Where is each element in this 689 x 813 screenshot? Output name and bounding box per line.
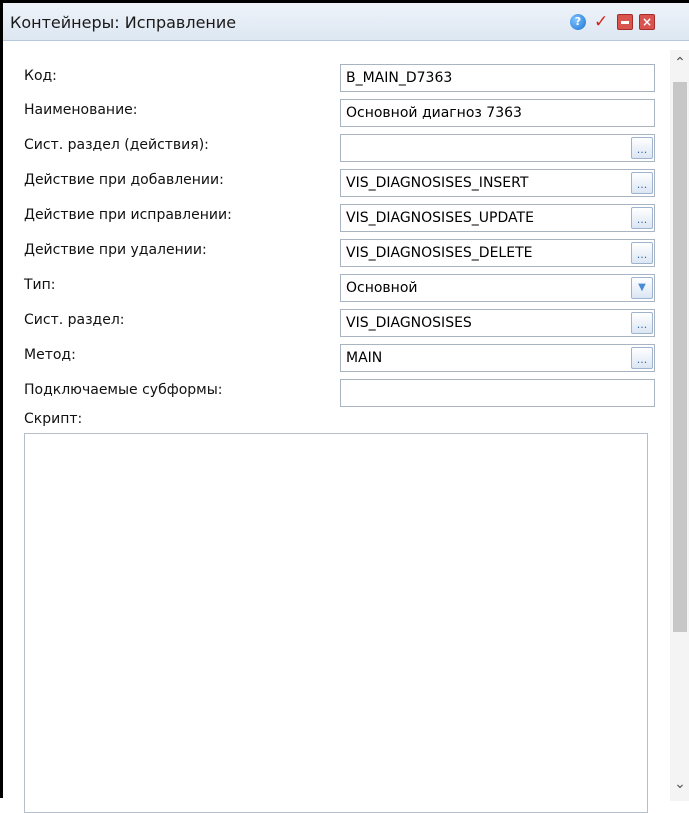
delete-action-lookup-button[interactable]: ...: [631, 242, 653, 264]
name-value: Основной диагноз 7363: [346, 105, 522, 121]
label-system-section: Сист. раздел:: [24, 312, 125, 328]
name-field[interactable]: Основной диагноз 7363: [340, 99, 655, 127]
action-section-lookup-button[interactable]: ...: [631, 137, 653, 159]
code-value: B_MAIN_D7363: [346, 70, 453, 86]
system-section-field[interactable]: VIS_DIAGNOSISES ...: [340, 309, 655, 337]
label-delete-action: Действие при удалении:: [24, 242, 207, 258]
scroll-up-icon[interactable]: ⌃: [673, 56, 687, 70]
vertical-scrollbar[interactable]: ⌃ ⌄: [670, 50, 689, 801]
help-icon[interactable]: ?: [570, 14, 586, 30]
code-field[interactable]: B_MAIN_D7363: [340, 64, 655, 92]
label-name: Наименование:: [24, 102, 138, 118]
subforms-field[interactable]: [340, 379, 655, 407]
insert-action-field[interactable]: VIS_DIAGNOSISES_INSERT ...: [340, 169, 655, 197]
update-action-lookup-button[interactable]: ...: [631, 207, 653, 229]
method-field[interactable]: MAIN ...: [340, 344, 655, 372]
delete-action-value: VIS_DIAGNOSISES_DELETE: [346, 245, 533, 261]
label-action-section: Сист. раздел (действия):: [24, 137, 209, 153]
update-action-field[interactable]: VIS_DIAGNOSISES_UPDATE ...: [340, 204, 655, 232]
label-script: Скрипт:: [24, 411, 83, 427]
label-code: Код:: [24, 68, 57, 84]
system-section-value: VIS_DIAGNOSISES: [346, 315, 472, 331]
delete-action-field[interactable]: VIS_DIAGNOSISES_DELETE ...: [340, 239, 655, 267]
label-insert-action: Действие при добавлении:: [24, 172, 224, 188]
method-value: MAIN: [346, 350, 383, 366]
script-textarea[interactable]: [24, 433, 648, 813]
scrollbar-thumb[interactable]: [673, 82, 687, 632]
label-subforms: Подключаемые субформы:: [24, 382, 223, 398]
action-section-field[interactable]: ...: [340, 134, 655, 162]
type-value: Основной: [346, 280, 418, 296]
scroll-down-icon[interactable]: ⌄: [673, 777, 687, 791]
type-select[interactable]: Основной ▼: [340, 274, 655, 302]
chevron-down-icon[interactable]: ▼: [631, 277, 653, 299]
label-type: Тип:: [24, 277, 56, 293]
insert-action-value: VIS_DIAGNOSISES_INSERT: [346, 175, 529, 191]
method-lookup-button[interactable]: ...: [631, 347, 653, 369]
title-bar: Контейнеры: Исправление ? ✓ ×: [3, 3, 689, 41]
label-update-action: Действие при исправлении:: [24, 207, 232, 223]
window-title: Контейнеры: Исправление: [10, 13, 237, 32]
update-action-value: VIS_DIAGNOSISES_UPDATE: [346, 210, 534, 226]
close-icon[interactable]: ×: [639, 14, 655, 30]
minimize-icon[interactable]: [617, 14, 633, 30]
insert-action-lookup-button[interactable]: ...: [631, 172, 653, 194]
check-icon[interactable]: ✓: [594, 14, 610, 31]
form-body: Код: B_MAIN_D7363 Наименование: Основной…: [3, 42, 689, 813]
edit-window: Контейнеры: Исправление ? ✓ × Код: B_MAI…: [0, 0, 689, 813]
label-method: Метод:: [24, 347, 76, 363]
system-section-lookup-button[interactable]: ...: [631, 312, 653, 334]
